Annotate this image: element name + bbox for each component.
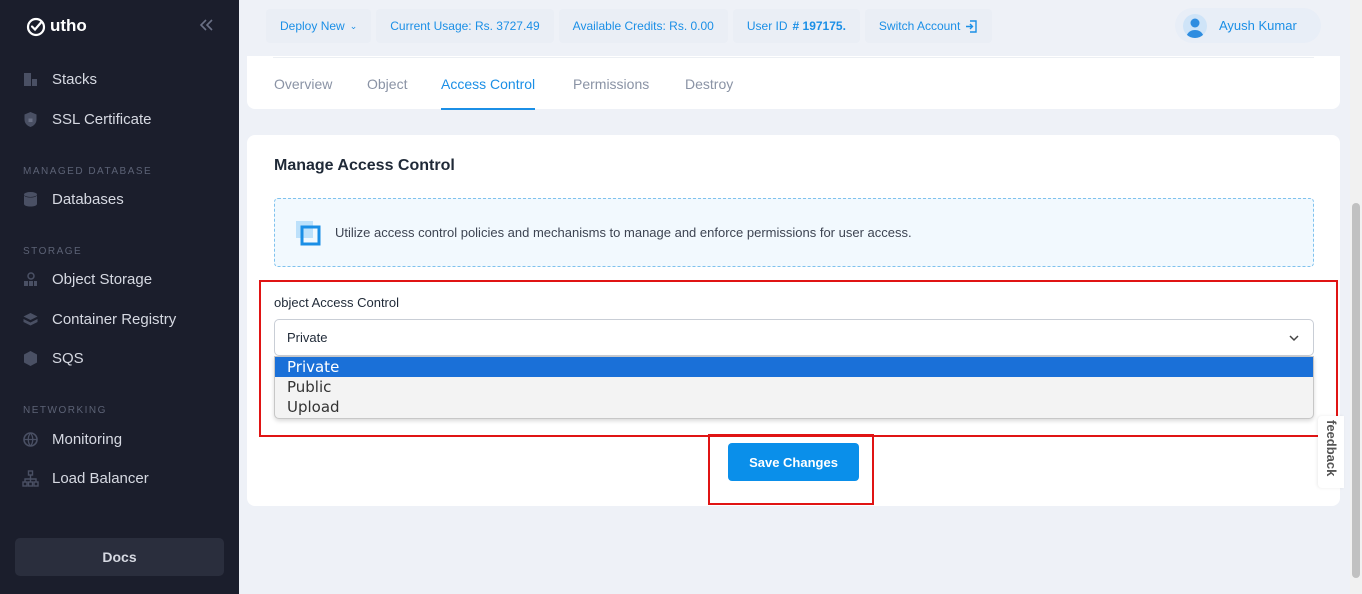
sidebar-item-label: Container Registry: [52, 310, 177, 328]
sidebar-item-label: Load Balancer: [52, 469, 149, 487]
scrollbar-thumb[interactable]: [1352, 203, 1360, 578]
object-storage-icon: [24, 271, 37, 286]
info-text: Utilize access control policies and mech…: [335, 225, 912, 240]
user-name: Ayush Kumar: [1219, 18, 1297, 33]
utho-logo[interactable]: utho: [24, 14, 87, 38]
available-credits-chip[interactable]: Available Credits: Rs. 0.00: [558, 9, 728, 43]
info-box: Utilize access control policies and mech…: [274, 198, 1314, 267]
sidebar-item-label: SSL Certificate: [52, 110, 152, 128]
brand-name: utho: [50, 16, 87, 35]
highlight-box-save: [708, 434, 874, 505]
switch-account-icon: [966, 19, 977, 33]
lock-icon: [24, 111, 37, 127]
sidebar-item-monitoring[interactable]: Monitoring: [22, 428, 122, 450]
sidebar-item-object-storage[interactable]: Object Storage: [22, 268, 152, 290]
tab-destroy[interactable]: Destroy: [685, 76, 733, 92]
sidebar-item-databases[interactable]: Databases: [22, 188, 124, 210]
deploy-new-label: Deploy New: [280, 19, 345, 33]
divider: [273, 57, 1314, 58]
sidebar-item-label: Databases: [52, 190, 124, 208]
feedback-tab[interactable]: feedback: [1318, 416, 1344, 488]
chevron-down-icon: ⌄: [349, 20, 358, 31]
globe-icon: [23, 431, 38, 447]
highlight-box-dropdown: [259, 280, 1338, 437]
sidebar-item-label: Object Storage: [52, 270, 153, 288]
available-credits-label: Available Credits: Rs. 0.00: [572, 19, 714, 33]
feedback-label: feedback: [1324, 420, 1339, 477]
tabs-bar: Overview Object Access Control Permissio…: [247, 56, 1340, 110]
access-control-icon: [296, 220, 321, 245]
user-id-chip: User ID # 197175.: [732, 9, 860, 43]
queue-icon: [24, 350, 37, 366]
utho-logo-icon: [26, 17, 46, 37]
current-usage-chip[interactable]: Current Usage: Rs. 3727.49: [376, 9, 554, 43]
sidebar-item-container-registry[interactable]: Container Registry: [22, 308, 176, 330]
current-usage-label: Current Usage: Rs. 3727.49: [390, 19, 540, 33]
collapse-sidebar-icon[interactable]: [197, 16, 215, 34]
docs-button[interactable]: Docs: [15, 538, 224, 576]
network-icon: [22, 469, 39, 487]
deploy-new-button[interactable]: Deploy New ⌄: [266, 9, 372, 43]
page-title: Manage Access Control: [274, 157, 455, 174]
switch-account-button[interactable]: Switch Account: [864, 9, 993, 43]
stacks-icon: [24, 72, 37, 86]
sidebar-item-label: Stacks: [52, 70, 98, 88]
user-avatar-icon: [1186, 18, 1204, 38]
sidebar-item-stacks[interactable]: Stacks: [22, 68, 97, 90]
section-label-networking: NETWORKING: [23, 405, 107, 416]
tab-object[interactable]: Object: [367, 76, 407, 92]
top-bar: Deploy New ⌄ Current Usage: Rs. 3727.49 …: [266, 9, 993, 43]
switch-account-label: Switch Account: [878, 19, 961, 33]
user-menu[interactable]: Ayush Kumar: [1175, 8, 1321, 43]
section-label-managed-database: MANAGED DATABASE: [23, 166, 153, 177]
sidebar-item-sqs[interactable]: SQS: [22, 347, 84, 369]
database-icon: [24, 191, 37, 206]
sidebar-item-label: SQS: [52, 349, 84, 367]
tab-overview[interactable]: Overview: [274, 76, 332, 92]
sidebar: utho Stacks SSL Certificate MANAGED DATA…: [0, 0, 239, 594]
container-icon: [23, 312, 38, 325]
tab-permissions[interactable]: Permissions: [573, 76, 649, 92]
section-label-storage: STORAGE: [23, 246, 83, 257]
tab-access-control[interactable]: Access Control: [441, 76, 536, 110]
sidebar-item-label: Monitoring: [52, 430, 123, 448]
avatar: [1183, 13, 1207, 38]
sidebar-item-load-balancer[interactable]: Load Balancer: [22, 467, 149, 489]
user-id-value: # 197175.: [792, 19, 846, 33]
sidebar-item-ssl-certificate[interactable]: SSL Certificate: [22, 108, 152, 130]
user-id-label: User ID: [746, 19, 788, 33]
